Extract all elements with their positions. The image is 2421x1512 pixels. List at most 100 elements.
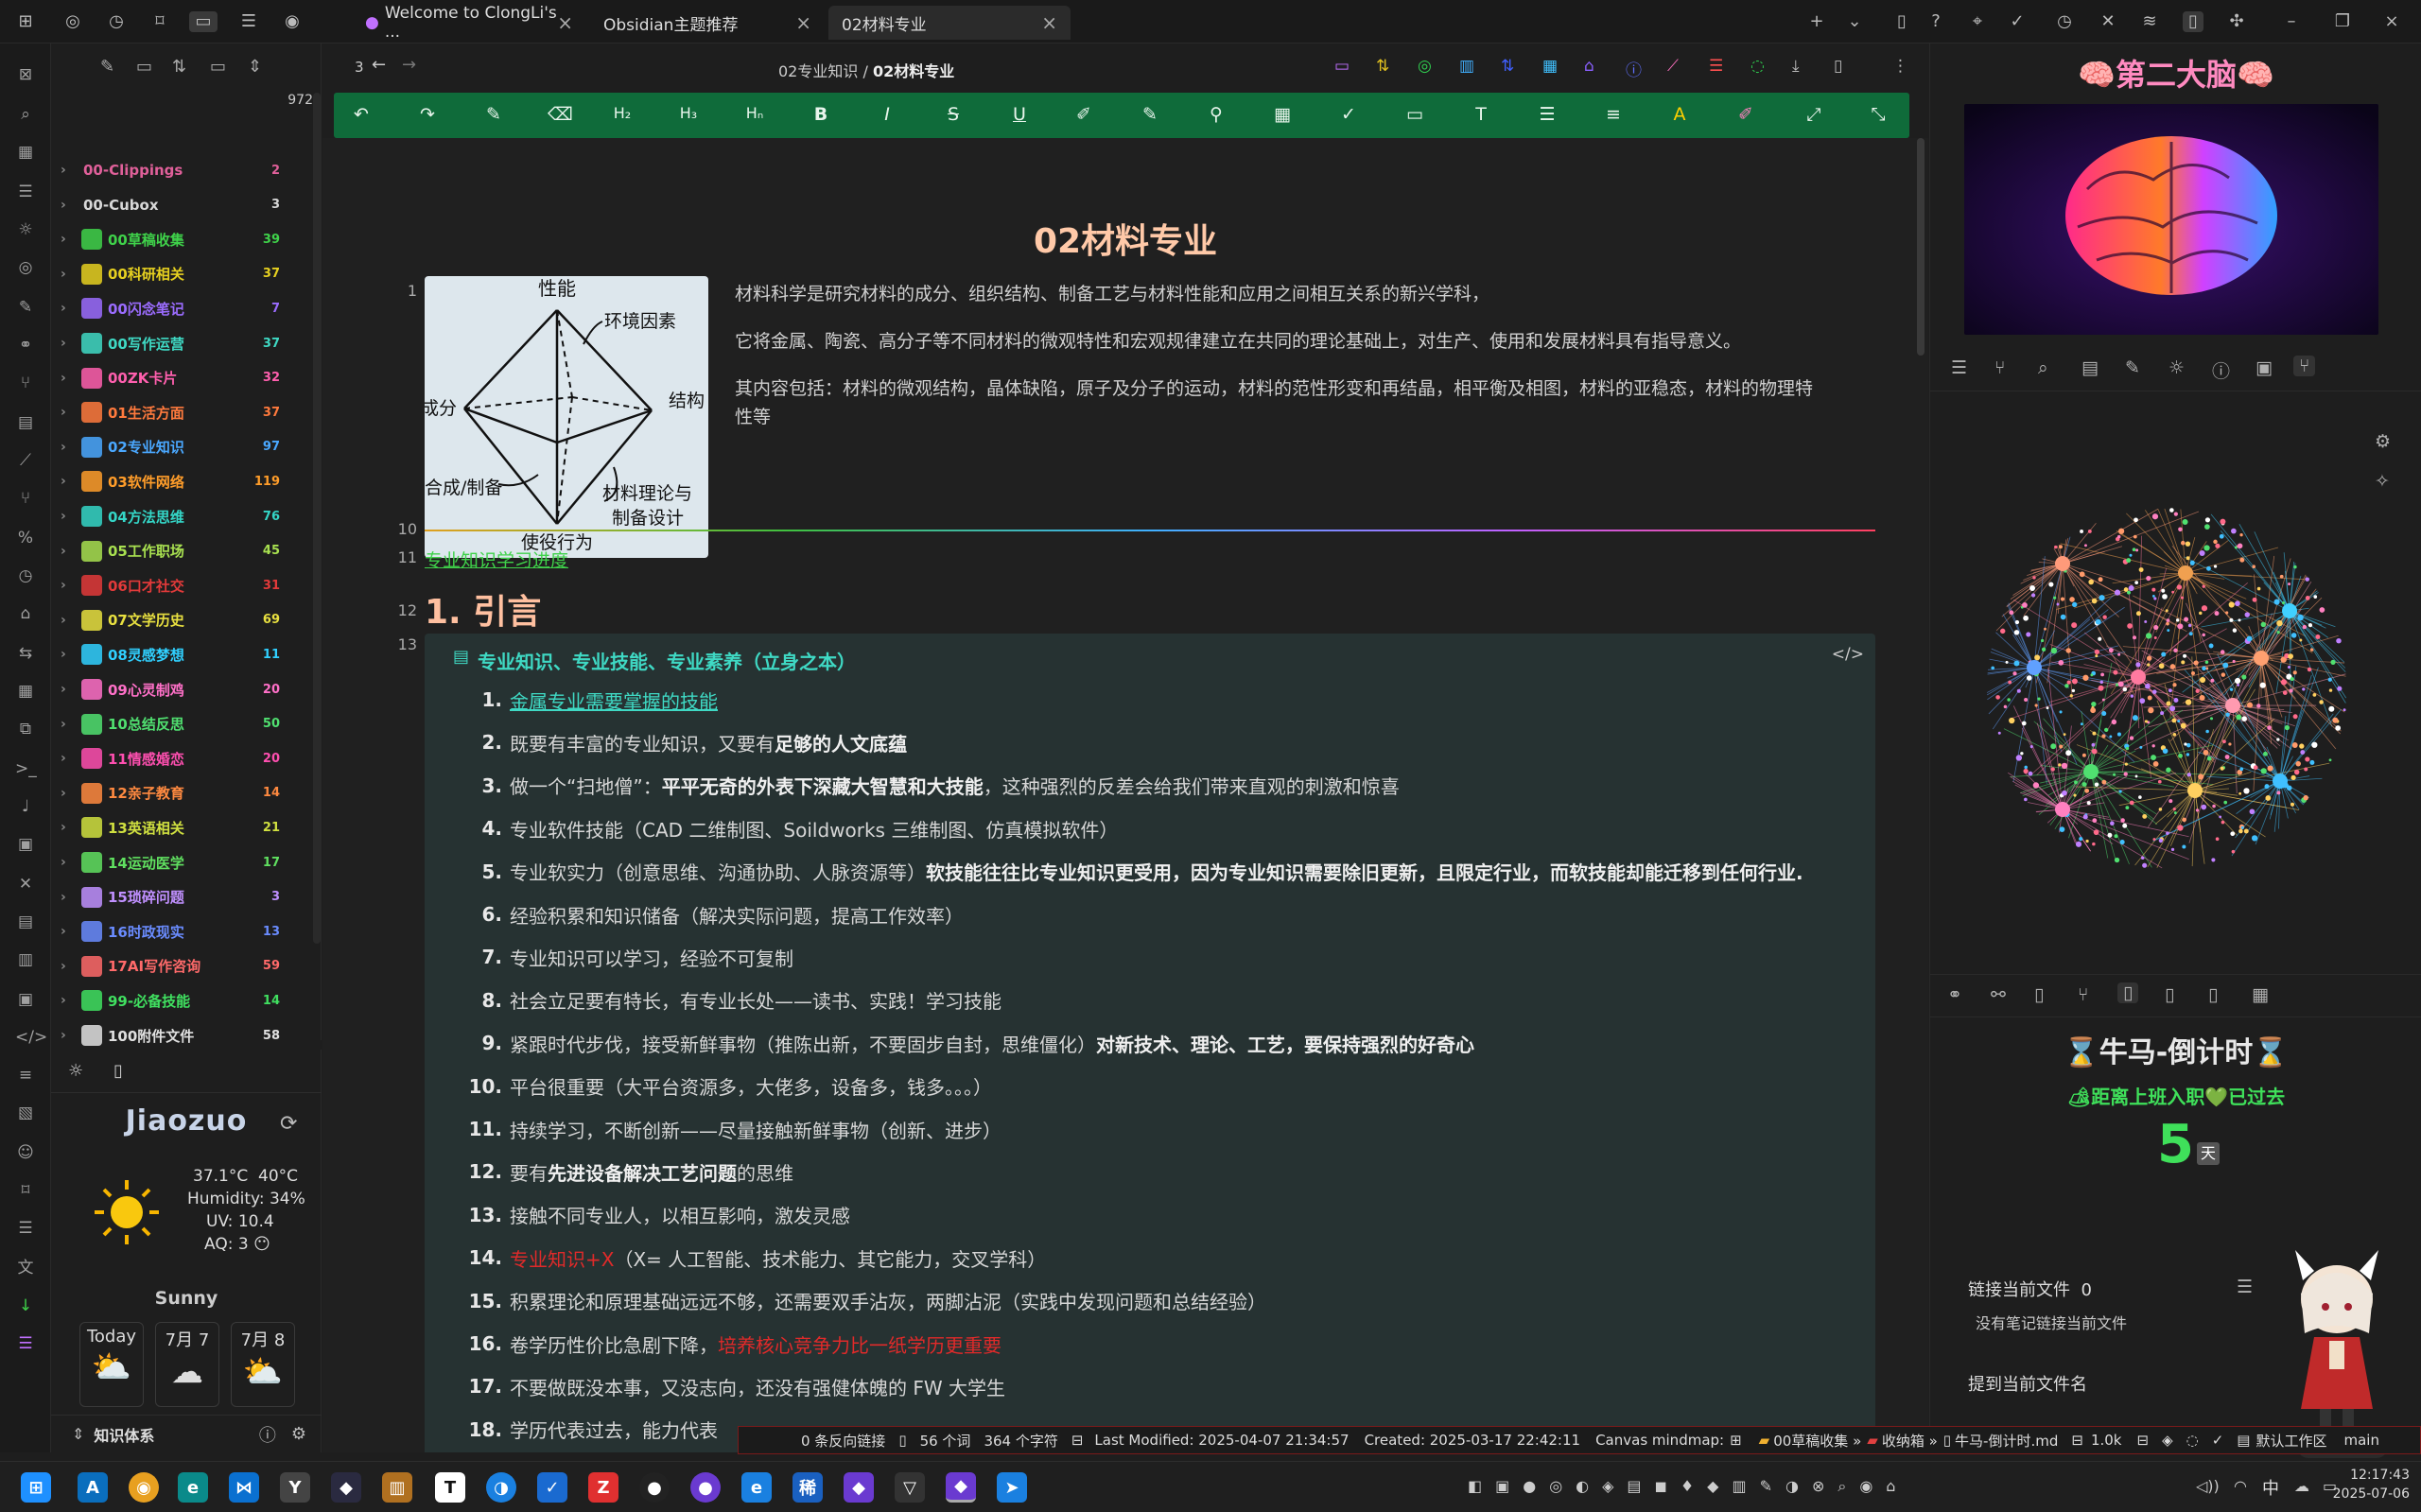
graph-node[interactable] — [2024, 797, 2028, 802]
text-size-icon[interactable]: T — [1469, 104, 1493, 125]
graph-node[interactable] — [2170, 847, 2175, 852]
graph-node[interactable] — [2241, 674, 2247, 680]
graph-node[interactable] — [2107, 832, 2113, 838]
graph-node[interactable] — [2171, 718, 2177, 723]
graph-node[interactable] — [2132, 715, 2138, 721]
graph-node[interactable] — [2118, 790, 2122, 793]
graph-node[interactable] — [2235, 600, 2240, 607]
graph-node[interactable] — [2312, 693, 2317, 697]
graph-node[interactable] — [2101, 711, 2107, 717]
graph-node[interactable] — [2180, 596, 2185, 600]
graph-node[interactable] — [2260, 768, 2267, 774]
chevron-right-icon[interactable]: › — [61, 613, 74, 628]
graph-node[interactable] — [2071, 622, 2078, 629]
graph-node[interactable] — [2220, 518, 2226, 525]
graph-node[interactable] — [2129, 553, 2133, 557]
graph-node[interactable] — [2169, 664, 2176, 669]
graph-node[interactable] — [2084, 788, 2090, 793]
copy-icon[interactable]: ⧉ — [15, 719, 36, 739]
graph-node[interactable] — [2203, 749, 2209, 756]
graph-node[interactable] — [2166, 621, 2169, 626]
graph-node[interactable] — [2144, 620, 2148, 623]
gear-icon[interactable]: ⚙ — [2375, 431, 2391, 452]
graph-node[interactable] — [2119, 840, 2125, 845]
graph-node[interactable] — [2166, 701, 2171, 706]
link-icon[interactable]: ⚭ — [15, 335, 36, 356]
graph-node[interactable] — [2293, 769, 2300, 775]
app-y-icon[interactable]: Y — [280, 1472, 310, 1503]
backlinks-header[interactable]: 链接当前文件 0 — [1968, 1277, 2092, 1301]
tab-obsidian-themes[interactable]: Obsidian主题推荐 × — [590, 6, 825, 40]
tray-icons[interactable]: ◧▣●◎◐◈▤◼♦◆▥✎◑⊗⌕◉⌂ — [1468, 1477, 1908, 1496]
unlinked-mentions[interactable]: 提到当前文件名 — [1968, 1371, 2087, 1396]
graph-node[interactable] — [2117, 528, 2125, 534]
folder-item[interactable]: › 00-Cubox 3 — [51, 188, 322, 222]
layout-icon[interactable]: ⊠ — [15, 64, 36, 85]
sidebar-toggle-icon[interactable]: ⊞ — [15, 11, 36, 32]
graph-node[interactable] — [2219, 815, 2222, 819]
graph-node[interactable] — [2099, 595, 2105, 601]
table2-icon[interactable]: ▥ — [15, 949, 36, 970]
wifi-icon[interactable]: ◠ — [2234, 1477, 2247, 1495]
chevron-right-icon[interactable]: › — [61, 474, 74, 489]
graph-node[interactable] — [2062, 790, 2067, 796]
chevron-right-icon[interactable]: › — [61, 751, 74, 766]
collapse-icon[interactable]: ▭ — [210, 57, 226, 77]
history-icon[interactable]: ◷ — [2054, 11, 2075, 32]
graph-node[interactable] — [2127, 590, 2131, 595]
graph-node[interactable] — [2185, 541, 2191, 547]
new-note-icon[interactable]: ✎ — [100, 57, 114, 77]
graph-node[interactable] — [2199, 676, 2206, 684]
graph-node[interactable] — [2169, 508, 2174, 513]
chevron-right-icon[interactable]: › — [61, 993, 74, 1008]
graph-node[interactable] — [2101, 698, 2105, 702]
tag-icon[interactable]: ⌖ — [1967, 11, 1988, 32]
folder-item[interactable]: › 03软件网络 119 — [51, 464, 322, 498]
columns-icon[interactable]: ▥ — [1459, 57, 1474, 76]
obsidian-icon[interactable]: ◆ — [844, 1472, 874, 1503]
app-icon[interactable]: ▽ — [895, 1472, 925, 1503]
graph-node[interactable] — [2058, 763, 2062, 767]
graph-hub-node[interactable] — [2083, 764, 2099, 779]
graph-node[interactable] — [2213, 565, 2218, 568]
graph-node[interactable] — [2129, 736, 2134, 740]
graph-node[interactable] — [2013, 630, 2020, 635]
close-icon[interactable]: × — [557, 11, 573, 34]
graph-node[interactable] — [2327, 677, 2332, 682]
font-color-icon[interactable]: A — [1667, 104, 1692, 125]
h3-icon[interactable]: H₃ — [676, 104, 701, 122]
graph-node[interactable] — [2056, 602, 2060, 606]
graph-node[interactable] — [2139, 745, 2143, 749]
align-icon[interactable]: ≡ — [1601, 104, 1626, 125]
graph-node[interactable] — [2044, 627, 2047, 631]
app-icon[interactable]: ◆ — [331, 1472, 361, 1503]
graph-node[interactable] — [2183, 653, 2187, 658]
path-segment[interactable]: 牛马-倒计时.md — [1955, 1431, 2058, 1451]
graph-node[interactable] — [2092, 842, 2096, 846]
graph-node[interactable] — [2128, 584, 2134, 591]
graph-node[interactable] — [2099, 680, 2103, 685]
graph-node[interactable] — [2126, 558, 2132, 564]
graph-node[interactable] — [2005, 660, 2009, 664]
minimize-icon[interactable]: – — [2281, 11, 2302, 32]
graph-node[interactable] — [2295, 760, 2301, 767]
graph-node[interactable] — [2309, 648, 2314, 652]
graph-icon[interactable]: ⑂ — [15, 488, 36, 509]
graph-node[interactable] — [2142, 813, 2148, 819]
graph-node[interactable] — [2026, 675, 2032, 681]
graph-node[interactable] — [2022, 601, 2028, 608]
graph-node[interactable] — [2229, 617, 2234, 622]
chevron-right-icon[interactable]: › — [61, 232, 74, 247]
graph-node[interactable] — [2122, 823, 2128, 828]
graph-node[interactable] — [2221, 672, 2226, 677]
archive-icon[interactable]: ▤ — [2081, 357, 2099, 378]
info-icon[interactable]: ⓘ — [1626, 57, 1642, 80]
graph-node[interactable] — [2215, 837, 2220, 842]
graph-node[interactable] — [2238, 618, 2241, 622]
graph-node[interactable] — [2104, 727, 2109, 733]
check-circle-icon[interactable]: ✓ — [1336, 104, 1361, 125]
comment-icon[interactable]: ▭ — [1402, 104, 1427, 125]
clock-icon[interactable]: ◷ — [15, 565, 36, 586]
restore-icon[interactable]: ❐ — [2332, 11, 2353, 32]
graph-node[interactable] — [2328, 688, 2333, 692]
